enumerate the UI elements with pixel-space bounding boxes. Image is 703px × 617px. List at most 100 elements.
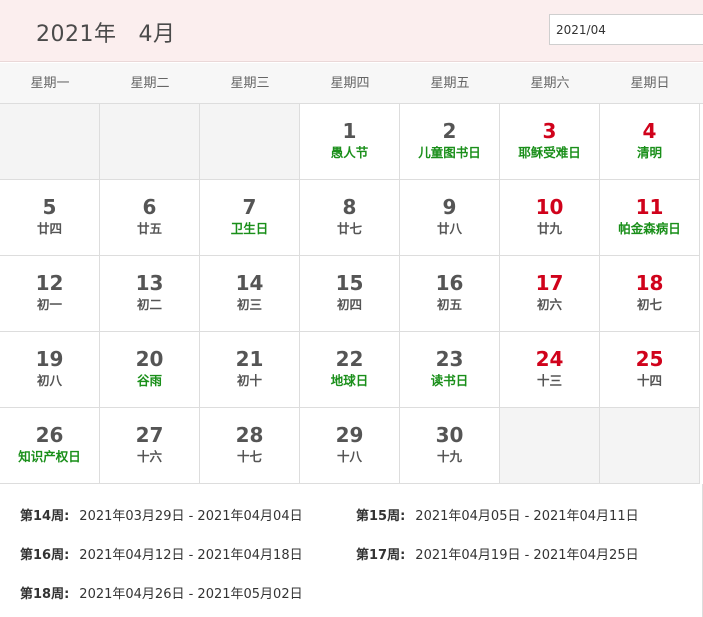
lunar-date-label: 初一 bbox=[36, 297, 62, 312]
day-number: 25 bbox=[635, 347, 664, 371]
day-number: 11 bbox=[635, 195, 664, 219]
week-number-label: 第15周: bbox=[356, 509, 406, 524]
month-picker-input[interactable] bbox=[549, 14, 703, 45]
festival-label: 读书日 bbox=[430, 373, 469, 388]
day-cell[interactable]: 7 卫生日 bbox=[200, 180, 300, 256]
empty-day-cell bbox=[200, 104, 300, 180]
day-cell[interactable]: 3 耶稣受难日 bbox=[500, 104, 600, 180]
festival-label: 地球日 bbox=[330, 373, 369, 388]
day-number: 23 bbox=[435, 347, 464, 371]
calendar-grid: 1 愚人节 2 儿童图书日 3 耶稣受难日 4 清明 5 廿四 6 廿五 7 卫生日 8 廿七 9 廿八 10 廿九 1… bbox=[0, 104, 703, 484]
week-ranges: 第14周: 2021年03月29日 - 2021年04月04日 第15周: 2021年… bbox=[0, 484, 703, 617]
day-cell[interactable]: 22 地球日 bbox=[300, 332, 400, 408]
day-cell[interactable]: 17 初六 bbox=[500, 256, 600, 332]
lunar-date-label: 初五 bbox=[436, 297, 462, 312]
lunar-date-label: 初八 bbox=[36, 373, 62, 388]
day-cell[interactable]: 15 初四 bbox=[300, 256, 400, 332]
day-cell[interactable]: 30 十九 bbox=[400, 408, 500, 484]
weekday-label: 星期五 bbox=[430, 76, 470, 91]
empty-day-cell bbox=[100, 104, 200, 180]
day-number: 6 bbox=[142, 195, 157, 219]
day-cell[interactable]: 10 廿九 bbox=[500, 180, 600, 256]
day-cell[interactable]: 28 十七 bbox=[200, 408, 300, 484]
day-cell[interactable]: 1 愚人节 bbox=[300, 104, 400, 180]
day-cell[interactable]: 8 廿七 bbox=[300, 180, 400, 256]
day-cell[interactable]: 19 初八 bbox=[0, 332, 100, 408]
festival-label: 儿童图书日 bbox=[418, 145, 481, 160]
day-number: 17 bbox=[535, 271, 564, 295]
day-cell[interactable]: 23 读书日 bbox=[400, 332, 500, 408]
day-number: 3 bbox=[542, 119, 557, 143]
day-number: 4 bbox=[642, 119, 657, 143]
lunar-date-label: 廿四 bbox=[36, 221, 62, 236]
week-date-range: 2021年03月29日 - 2021年04月04日 bbox=[79, 509, 303, 524]
weekday-label: 星期日 bbox=[630, 76, 670, 91]
day-cell[interactable]: 24 十三 bbox=[500, 332, 600, 408]
day-cell[interactable]: 25 十四 bbox=[600, 332, 700, 408]
day-number: 15 bbox=[335, 271, 364, 295]
day-cell[interactable]: 2 儿童图书日 bbox=[400, 104, 500, 180]
day-cell[interactable]: 18 初七 bbox=[600, 256, 700, 332]
day-number: 8 bbox=[342, 195, 357, 219]
day-number: 2 bbox=[442, 119, 457, 143]
week-number-label: 第14周: bbox=[20, 509, 70, 524]
lunar-date-label: 初四 bbox=[336, 297, 362, 312]
day-cell[interactable]: 5 廿四 bbox=[0, 180, 100, 256]
lunar-date-label: 廿七 bbox=[336, 221, 362, 236]
day-cell[interactable]: 6 廿五 bbox=[100, 180, 200, 256]
day-number: 14 bbox=[235, 271, 264, 295]
day-cell[interactable]: 11 帕金森病日 bbox=[600, 180, 700, 256]
day-cell[interactable]: 4 清明 bbox=[600, 104, 700, 180]
day-cell[interactable]: 14 初三 bbox=[200, 256, 300, 332]
weekday-label: 星期二 bbox=[130, 76, 170, 91]
lunar-date-label: 十七 bbox=[236, 449, 262, 464]
lunar-date-label: 十四 bbox=[636, 373, 662, 388]
day-number: 12 bbox=[35, 271, 64, 295]
lunar-date-label: 十六 bbox=[136, 449, 162, 464]
day-number: 13 bbox=[135, 271, 164, 295]
day-cell[interactable]: 21 初十 bbox=[200, 332, 300, 408]
lunar-date-label: 廿九 bbox=[536, 221, 562, 236]
week-range-item: 第17周: 2021年04月19日 - 2021年04月25日 bbox=[356, 544, 639, 563]
lunar-date-label: 初七 bbox=[636, 297, 662, 312]
day-number: 24 bbox=[535, 347, 564, 371]
weekday-label: 星期三 bbox=[230, 76, 270, 91]
day-number: 16 bbox=[435, 271, 464, 295]
day-cell[interactable]: 9 廿八 bbox=[400, 180, 500, 256]
festival-label: 谷雨 bbox=[136, 373, 162, 388]
day-cell[interactable]: 20 谷雨 bbox=[100, 332, 200, 408]
day-cell[interactable]: 12 初一 bbox=[0, 256, 100, 332]
festival-label: 愚人节 bbox=[330, 145, 369, 160]
week-range-item: 第14周: 2021年03月29日 - 2021年04月04日 bbox=[20, 505, 303, 524]
festival-label: 知识产权日 bbox=[18, 449, 81, 464]
weekday-label: 星期一 bbox=[30, 76, 70, 91]
day-number: 18 bbox=[635, 271, 664, 295]
day-cell[interactable]: 29 十八 bbox=[300, 408, 400, 484]
day-number: 10 bbox=[535, 195, 564, 219]
week-range-item: 第16周: 2021年04月12日 - 2021年04月18日 bbox=[20, 544, 303, 563]
festival-label: 卫生日 bbox=[230, 221, 269, 236]
week-number-label: 第16周: bbox=[20, 548, 70, 563]
lunar-date-label: 十三 bbox=[536, 373, 562, 388]
day-cell[interactable]: 13 初二 bbox=[100, 256, 200, 332]
day-number: 5 bbox=[42, 195, 57, 219]
day-number: 19 bbox=[35, 347, 64, 371]
festival-label: 耶稣受难日 bbox=[518, 145, 581, 160]
lunar-date-label: 廿八 bbox=[436, 221, 462, 236]
day-number: 7 bbox=[242, 195, 257, 219]
festival-label: 帕金森病日 bbox=[618, 221, 681, 236]
lunar-date-label: 初十 bbox=[236, 373, 262, 388]
week-number-label: 第17周: bbox=[356, 548, 406, 563]
week-date-range: 2021年04月12日 - 2021年04月18日 bbox=[79, 548, 303, 563]
empty-day-cell bbox=[500, 408, 600, 484]
lunar-date-label: 初六 bbox=[536, 297, 562, 312]
week-number-label: 第18周: bbox=[20, 587, 70, 602]
calendar-header: 2021年 4月 bbox=[0, 0, 703, 62]
weekday-header: 星期一 星期二 星期三 星期四 星期五 星期六 星期日 bbox=[0, 63, 703, 104]
week-range-item: 第18周: 2021年04月26日 - 2021年05月02日 bbox=[20, 583, 303, 602]
day-cell[interactable]: 27 十六 bbox=[100, 408, 200, 484]
day-cell[interactable]: 26 知识产权日 bbox=[0, 408, 100, 484]
day-cell[interactable]: 16 初五 bbox=[400, 256, 500, 332]
day-number: 21 bbox=[235, 347, 264, 371]
month-title: 2021年 4月 bbox=[36, 16, 176, 48]
